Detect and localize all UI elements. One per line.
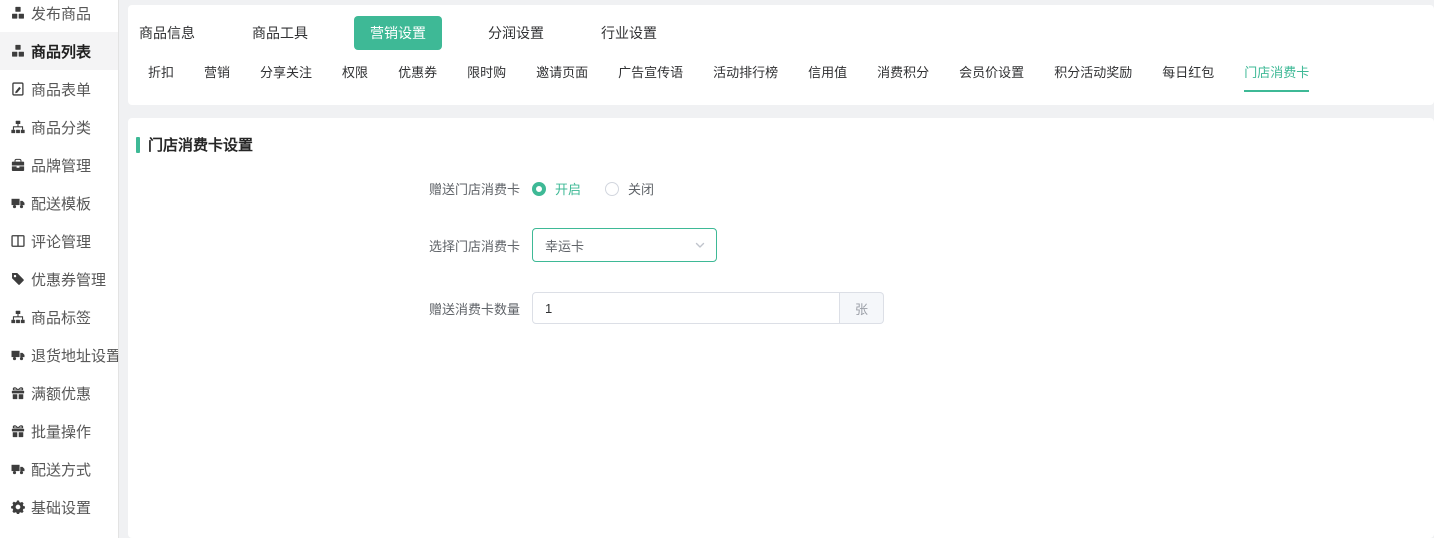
sidebar-menu: 发布商品商品列表商品表单商品分类品牌管理配送模板评论管理优惠券管理商品标签退货地… bbox=[0, 0, 118, 526]
card-select-dropdown[interactable]: 幸运卡 bbox=[532, 228, 717, 262]
radio-option-on[interactable]: 开启 bbox=[532, 179, 581, 198]
chevron-down-icon bbox=[694, 239, 706, 251]
card-select-value: 幸运卡 bbox=[545, 236, 584, 255]
sidebar-item-label: 配送模板 bbox=[31, 193, 91, 214]
secondary-tab-11[interactable]: 消费积分 bbox=[877, 58, 929, 92]
sidebar-item-9[interactable]: 商品标签 bbox=[0, 298, 118, 336]
section-title: 门店消费卡设置 bbox=[136, 134, 1414, 155]
sidebar-item-label: 商品标签 bbox=[31, 307, 91, 328]
sidebar-item-13[interactable]: 配送方式 bbox=[0, 450, 118, 488]
sidebar-item-10[interactable]: 退货地址设置 bbox=[0, 336, 118, 374]
card-select-label: 选择门店消费卡 bbox=[136, 236, 532, 255]
secondary-tab-13[interactable]: 积分活动奖励 bbox=[1054, 58, 1132, 92]
secondary-tab-2[interactable]: 营销 bbox=[204, 58, 230, 92]
settings-form: 赠送门店消费卡 开启 关闭 选择门店消费卡 幸运卡 赠送消费卡数量 bbox=[136, 179, 1414, 324]
sidebar: 发布商品商品列表商品表单商品分类品牌管理配送模板评论管理优惠券管理商品标签退货地… bbox=[0, 0, 119, 538]
radio-unselected-icon[interactable] bbox=[605, 182, 619, 196]
content-card: 门店消费卡设置 赠送门店消费卡 开启 关闭 选择门店消费卡 幸运卡 bbox=[128, 118, 1434, 538]
quantity-unit: 张 bbox=[840, 292, 884, 324]
sitemap-icon bbox=[10, 310, 25, 325]
sidebar-item-label: 优惠券管理 bbox=[31, 269, 106, 290]
gift-icon bbox=[10, 424, 25, 439]
app-layout: 发布商品商品列表商品表单商品分类品牌管理配送模板评论管理优惠券管理商品标签退货地… bbox=[0, 0, 1434, 538]
section-title-text: 门店消费卡设置 bbox=[148, 134, 253, 155]
gift-switch-group: 开启 关闭 bbox=[532, 179, 678, 198]
sidebar-item-label: 发布商品 bbox=[31, 3, 91, 24]
secondary-tab-14[interactable]: 每日红包 bbox=[1162, 58, 1214, 92]
sidebar-item-3[interactable]: 商品表单 bbox=[0, 70, 118, 108]
file-edit-icon bbox=[10, 82, 25, 97]
secondary-tab-8[interactable]: 广告宣传语 bbox=[618, 58, 683, 92]
sidebar-item-label: 品牌管理 bbox=[31, 155, 91, 176]
sidebar-item-label: 评论管理 bbox=[31, 231, 91, 252]
truck-icon bbox=[10, 348, 25, 363]
primary-tab-1[interactable]: 商品信息 bbox=[139, 16, 195, 50]
quantity-label: 赠送消费卡数量 bbox=[136, 299, 532, 318]
primary-tab-3[interactable]: 营销设置 bbox=[354, 16, 442, 50]
sidebar-item-4[interactable]: 商品分类 bbox=[0, 108, 118, 146]
radio-option-off[interactable]: 关闭 bbox=[605, 179, 654, 198]
sidebar-item-1[interactable]: 发布商品 bbox=[0, 0, 118, 32]
briefcase-icon bbox=[10, 158, 25, 173]
cubes-icon bbox=[10, 6, 25, 21]
secondary-tab-3[interactable]: 分享关注 bbox=[260, 58, 312, 92]
secondary-tab-12[interactable]: 会员价设置 bbox=[959, 58, 1024, 92]
secondary-tab-6[interactable]: 限时购 bbox=[467, 58, 506, 92]
radio-option-label: 关闭 bbox=[628, 179, 654, 198]
secondary-tabs: 折扣营销分享关注权限优惠券限时购邀请页面广告宣传语活动排行榜信用值消费积分会员价… bbox=[139, 58, 1414, 92]
primary-tab-5[interactable]: 行业设置 bbox=[601, 16, 657, 50]
gift-icon bbox=[10, 386, 25, 401]
form-row-card-select: 选择门店消费卡 幸运卡 bbox=[136, 228, 1414, 262]
sidebar-item-2[interactable]: 商品列表 bbox=[0, 32, 118, 70]
sidebar-item-11[interactable]: 满额优惠 bbox=[0, 374, 118, 412]
secondary-tab-7[interactable]: 邀请页面 bbox=[536, 58, 588, 92]
primary-tab-2[interactable]: 商品工具 bbox=[252, 16, 308, 50]
secondary-tab-1[interactable]: 折扣 bbox=[148, 58, 174, 92]
secondary-tab-4[interactable]: 权限 bbox=[342, 58, 368, 92]
radio-selected-icon[interactable] bbox=[532, 182, 546, 196]
sidebar-item-label: 商品表单 bbox=[31, 79, 91, 100]
sidebar-item-label: 配送方式 bbox=[31, 459, 91, 480]
tabs-header-card: 商品信息 商品工具 营销设置 分润设置 行业设置 折扣营销分享关注权限优惠券限时购邀请页… bbox=[128, 5, 1434, 105]
sidebar-item-8[interactable]: 优惠券管理 bbox=[0, 260, 118, 298]
secondary-tab-9[interactable]: 活动排行榜 bbox=[713, 58, 778, 92]
quantity-input-group: 张 bbox=[532, 292, 884, 324]
secondary-tab-10[interactable]: 信用值 bbox=[808, 58, 847, 92]
form-row-gift-switch: 赠送门店消费卡 开启 关闭 bbox=[136, 179, 1414, 198]
radio-option-label: 开启 bbox=[555, 179, 581, 198]
sidebar-item-6[interactable]: 配送模板 bbox=[0, 184, 118, 222]
secondary-tab-5[interactable]: 优惠券 bbox=[398, 58, 437, 92]
sidebar-item-label: 基础设置 bbox=[31, 497, 91, 518]
sidebar-item-label: 批量操作 bbox=[31, 421, 91, 442]
secondary-tab-15[interactable]: 门店消费卡 bbox=[1244, 58, 1309, 92]
main-area: 商品信息 商品工具 营销设置 分润设置 行业设置 折扣营销分享关注权限优惠券限时购邀请页… bbox=[119, 0, 1434, 538]
form-row-quantity: 赠送消费卡数量 张 bbox=[136, 292, 1414, 324]
sidebar-item-label: 商品分类 bbox=[31, 117, 91, 138]
truck-icon bbox=[10, 462, 25, 477]
gear-icon bbox=[10, 500, 25, 515]
sitemap-icon bbox=[10, 120, 25, 135]
truck-icon bbox=[10, 196, 25, 211]
section-accent-bar bbox=[136, 137, 140, 153]
cubes-icon bbox=[10, 44, 25, 59]
sidebar-item-12[interactable]: 批量操作 bbox=[0, 412, 118, 450]
primary-tabs: 商品信息 商品工具 营销设置 分润设置 行业设置 bbox=[139, 17, 1414, 49]
sidebar-item-label: 退货地址设置 bbox=[31, 345, 119, 366]
columns-icon bbox=[10, 234, 25, 249]
sidebar-item-14[interactable]: 基础设置 bbox=[0, 488, 118, 526]
quantity-input[interactable] bbox=[532, 292, 840, 324]
sidebar-item-label: 满额优惠 bbox=[31, 383, 91, 404]
sidebar-item-label: 商品列表 bbox=[31, 41, 91, 62]
sidebar-item-7[interactable]: 评论管理 bbox=[0, 222, 118, 260]
sidebar-item-5[interactable]: 品牌管理 bbox=[0, 146, 118, 184]
tag-icon bbox=[10, 272, 25, 287]
gift-switch-label: 赠送门店消费卡 bbox=[136, 179, 532, 198]
primary-tab-4[interactable]: 分润设置 bbox=[488, 16, 544, 50]
